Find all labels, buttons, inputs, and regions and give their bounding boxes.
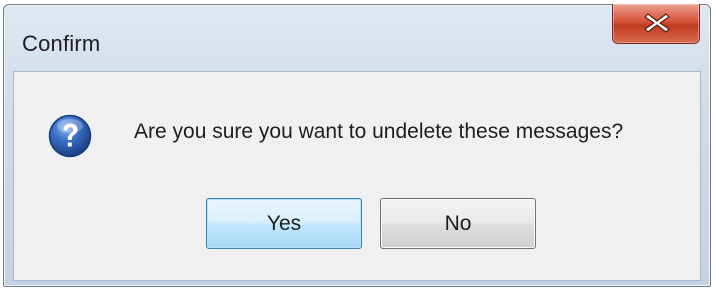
dialog-message: Are you sure you want to undelete these …	[134, 120, 624, 143]
no-button[interactable]: No	[380, 198, 536, 249]
dialog-title: Confirm	[22, 31, 101, 56]
question-icon	[48, 114, 92, 158]
close-icon	[644, 13, 670, 33]
close-button[interactable]	[612, 4, 700, 44]
confirm-dialog: Confirm Are you sure you want to undelet…	[3, 4, 711, 287]
yes-button[interactable]: Yes	[206, 198, 362, 249]
dialog-body: Are you sure you want to undelete these …	[13, 71, 701, 281]
title-bar[interactable]: Confirm	[4, 4, 710, 71]
